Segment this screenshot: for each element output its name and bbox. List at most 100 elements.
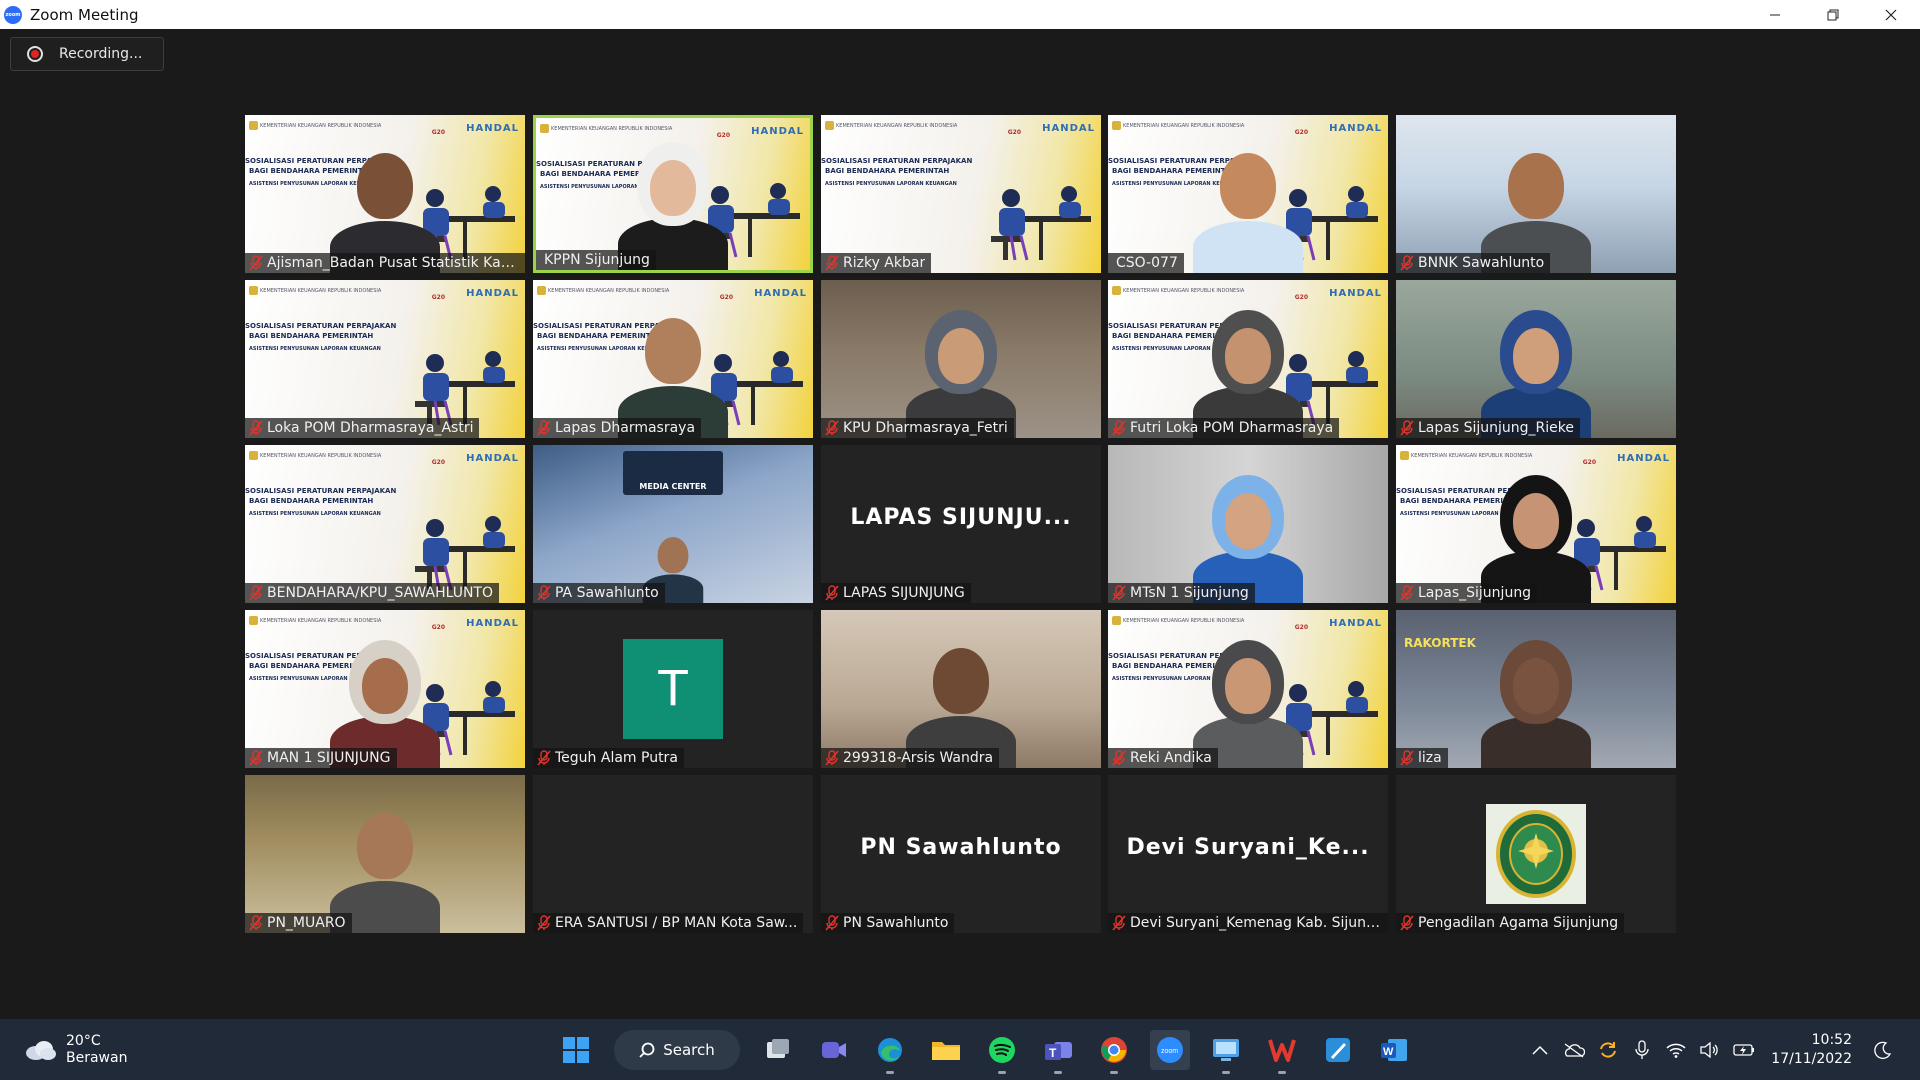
participant-tile[interactable]: MTsN 1 Sijunjung [1108,445,1388,603]
banner-heading: SOSIALISASI PERATURAN PERPAJAKAN [821,157,973,165]
taskbar-search-button[interactable]: Search [614,1030,740,1070]
wps-office-button[interactable] [1262,1030,1302,1074]
participant-tile[interactable]: KEMENTERIAN KEUANGAN REPUBLIK INDONESIA G… [245,280,525,438]
participant-tile[interactable]: KEMENTERIAN KEUANGAN REPUBLIK INDONESIA G… [245,115,525,273]
taskbar: 20°C Berawan Search T zoom W 10:52 17/11… [0,1019,1920,1080]
banner-subheading: BAGI BENDAHARA PEMERINTAH [825,167,950,175]
participant-name-label: Reki Andika [1108,748,1218,768]
sync-button[interactable] [1595,1037,1621,1063]
participant-tile[interactable]: Lapas Sijunjung_Rieke [1396,280,1676,438]
muted-mic-icon [1400,915,1414,931]
participant-display-name: PN Sawahlunto [860,835,1062,860]
muted-mic-icon [825,585,839,601]
meeting-area: Recording... KEMENTERIAN KEUANGAN REPUBL… [0,29,1920,1019]
microphone-in-use-button[interactable] [1629,1037,1655,1063]
participant-tile[interactable]: PN Sawahlunto PN Sawahlunto [821,775,1101,933]
word-button[interactable]: W [1374,1030,1414,1070]
g20-label: G20 [1294,129,1308,136]
participant-tile[interactable]: 299318-Arsis Wandra [821,610,1101,768]
wps-office-icon [1268,1039,1296,1062]
participant-name: Reki Andika [1130,750,1212,766]
muted-mic-icon [537,420,551,436]
participant-name-label: PN_MUARO [245,913,352,933]
task-view-icon [767,1039,789,1058]
participant-tile[interactable]: KEMENTERIAN KEUANGAN REPUBLIK INDONESIA G… [533,115,813,273]
taskbar-clock[interactable]: 10:52 17/11/2022 [1771,1031,1852,1069]
participant-tile[interactable]: PN_MUARO [245,775,525,933]
participant-name: Ajisman_Badan Pusat Statistik Kab... [267,255,519,271]
participant-tile[interactable]: KEMENTERIAN KEUANGAN REPUBLIK INDONESIA G… [245,610,525,768]
clock-time: 10:52 [1811,1032,1852,1048]
chrome-button[interactable] [1094,1030,1134,1074]
folder-icon [932,1042,960,1060]
participant-tile[interactable]: KEMENTERIAN KEUANGAN REPUBLIK INDONESIA G… [533,280,813,438]
zoom-taskbar-button[interactable]: zoom [1150,1030,1190,1070]
ministry-label: KEMENTERIAN KEUANGAN REPUBLIK INDONESIA [540,124,672,133]
participant-name-label: Teguh Alam Putra [533,748,684,768]
participant-name-label: Ajisman_Badan Pusat Statistik Kab... [245,253,525,273]
participant-tile[interactable]: KEMENTERIAN KEUANGAN REPUBLIK INDONESIA G… [1108,610,1388,768]
onedrive-button[interactable] [1561,1037,1587,1063]
start-button[interactable] [556,1030,596,1070]
muted-mic-icon [537,915,551,931]
meet-now-button[interactable] [814,1030,854,1070]
participant-name-label: KPPN Sijunjung [536,250,656,270]
recording-indicator[interactable]: Recording... [10,37,164,71]
cloud-offline-icon [1564,1043,1586,1058]
battery-button[interactable] [1731,1037,1757,1063]
volume-button[interactable] [1697,1037,1723,1063]
svg-text:W: W [1383,1046,1394,1058]
notifications-button[interactable] [1870,1037,1896,1063]
restore-button[interactable] [1804,0,1862,29]
close-button[interactable] [1862,0,1920,29]
teams-icon: T [1045,1042,1072,1060]
minimize-button[interactable] [1746,0,1804,29]
ministry-label: KEMENTERIAN KEUANGAN REPUBLIK INDONESIA [1400,451,1532,460]
weather-widget[interactable]: 20°C Berawan [24,1033,127,1067]
muted-mic-icon [249,420,263,436]
file-explorer-button[interactable] [926,1030,966,1070]
gallery-grid: KEMENTERIAN KEUANGAN REPUBLIK INDONESIA G… [245,115,1676,933]
participant-tile[interactable]: Pengadilan Agama Sijunjung [1396,775,1676,933]
wifi-button[interactable] [1663,1037,1689,1063]
ministry-label: KEMENTERIAN KEUANGAN REPUBLIK INDONESIA [1112,121,1244,130]
edge-button[interactable] [870,1030,910,1074]
participant-tile[interactable]: KEMENTERIAN KEUANGAN REPUBLIK INDONESIA G… [821,115,1101,273]
participant-tile[interactable]: T Teguh Alam Putra [533,610,813,768]
muted-mic-icon [1112,420,1126,436]
participant-tile[interactable]: ERA SANTUSI / BP MAN Kota Saw... [533,775,813,933]
window-titlebar: zoom Zoom Meeting [0,0,1920,29]
handal-logo: HANDAL [1329,618,1382,629]
participant-tile[interactable]: LAPAS SIJUNJU... LAPAS SIJUNJUNG [821,445,1101,603]
g20-label: G20 [719,294,733,301]
participant-tile[interactable]: MEDIA CENTER PA Sawahlunto [533,445,813,603]
participant-name-label: 299318-Arsis Wandra [821,748,1000,768]
participant-name-label: Futri Loka POM Dharmasraya [1108,418,1340,438]
participant-name-label: MTsN 1 Sijunjung [1108,583,1255,603]
battery-charging-icon [1733,1044,1755,1056]
participant-name-label: MAN 1 SIJUNJUNG [245,748,397,768]
participant-name: ERA SANTUSI / BP MAN Kota Saw... [555,915,798,931]
participant-name: PN Sawahlunto [843,915,949,931]
participant-tile[interactable]: KEMENTERIAN KEUANGAN REPUBLIK INDONESIA G… [1396,445,1676,603]
system-tray: 10:52 17/11/2022 [1523,1027,1900,1073]
teams-button[interactable]: T [1038,1030,1078,1074]
participant-tile[interactable]: KPU Dharmasraya_Fetri [821,280,1101,438]
participant-name: MAN 1 SIJUNJUNG [267,750,391,766]
participant-tile[interactable]: KEMENTERIAN KEUANGAN REPUBLIK INDONESIA G… [1108,280,1388,438]
banner-caption: ASISTENSI PENYUSUNAN LAPORAN KEUANGAN [249,511,381,517]
participant-tile[interactable]: BNNK Sawahlunto [1396,115,1676,273]
spotify-button[interactable] [982,1030,1022,1074]
task-view-button[interactable] [758,1030,798,1070]
g20-label: G20 [1007,129,1021,136]
participant-tile[interactable]: RAKORTEK liza [1396,610,1676,768]
participant-tile[interactable]: KEMENTERIAN KEUANGAN REPUBLIK INDONESIA G… [245,445,525,603]
participant-tile[interactable]: KEMENTERIAN KEUANGAN REPUBLIK INDONESIA G… [1108,115,1388,273]
participant-avatar: T [623,639,723,739]
court-emblem-icon [1486,804,1586,904]
paint-button[interactable] [1318,1030,1358,1070]
participant-tile[interactable]: Devi Suryani_Ke... Devi Suryani_Kemenag K… [1108,775,1388,933]
show-hidden-icons-button[interactable] [1527,1037,1553,1063]
handal-logo: HANDAL [751,126,804,137]
remote-desktop-button[interactable] [1206,1030,1246,1074]
